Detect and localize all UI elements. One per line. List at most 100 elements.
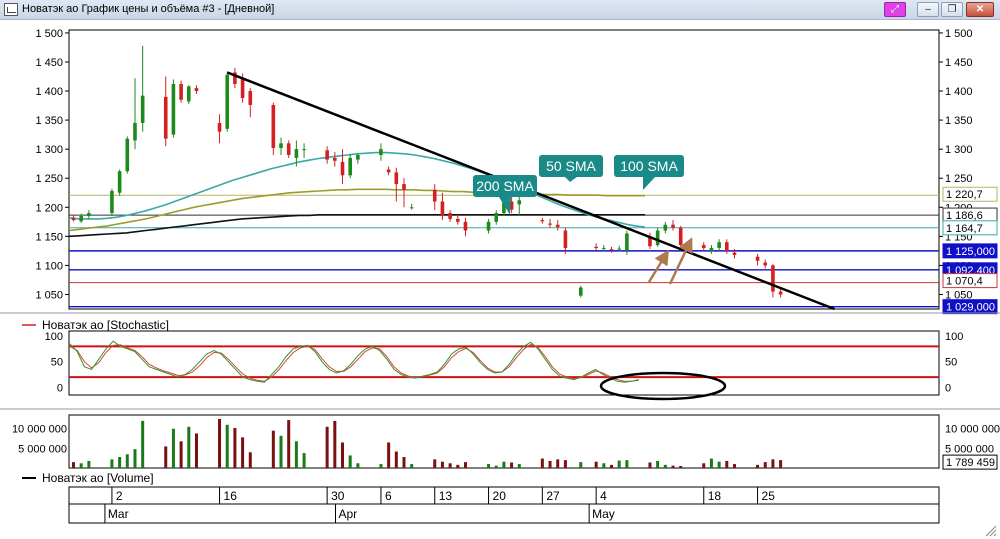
candle-body: [356, 154, 360, 160]
candle-body: [701, 245, 706, 248]
stochastic-tick-label-left: 50: [51, 357, 63, 369]
candle-body: [394, 172, 399, 185]
volume-bar: [72, 462, 75, 468]
candle-body: [771, 265, 775, 292]
volume-bar: [110, 459, 114, 468]
candle-body: [548, 223, 552, 225]
candle-body: [402, 184, 406, 190]
price-panel-frame: [68, 29, 940, 310]
candle-body: [456, 218, 460, 222]
candle-body: [133, 123, 137, 141]
volume-bar: [548, 460, 552, 468]
date-axis-label: 2: [116, 489, 123, 503]
volume-tick-label-right: 10 000 000: [945, 424, 1000, 436]
candle-body: [140, 95, 145, 123]
price-tick-label-right: 1 250: [945, 173, 973, 185]
volume-bar: [763, 462, 767, 468]
volume-bar: [87, 460, 91, 468]
level-price-label: 1 164,7: [946, 223, 983, 235]
candle-body: [179, 84, 183, 100]
volume-bar: [325, 426, 329, 468]
volume-bar: [171, 428, 175, 468]
volume-bar: [333, 420, 337, 468]
candle-body: [448, 213, 452, 219]
volume-panel-frame: [68, 414, 940, 469]
volume-bar: [456, 464, 460, 468]
volume-bar: [579, 462, 583, 468]
candle-body: [494, 213, 499, 222]
volume-bar: [164, 446, 168, 468]
candle-body: [348, 157, 352, 176]
chart-window-icon: [4, 3, 18, 16]
volume-tick-label-left: 10 000 000: [12, 424, 67, 436]
candle-body: [110, 191, 114, 214]
volume-bar: [379, 464, 383, 468]
volume-bar: [440, 461, 444, 468]
price-tick-label-right: 1 450: [945, 57, 973, 69]
volume-legend-label: Новатэк ао [Volume]: [42, 471, 154, 485]
price-tick-label-left: 1 250: [35, 173, 63, 185]
price-tick-label-left: 1 350: [35, 115, 63, 127]
candle-body: [486, 221, 491, 231]
candle-body: [386, 169, 391, 173]
candle-body: [709, 247, 714, 251]
candle-body: [271, 104, 276, 148]
volume-bar: [709, 458, 713, 468]
volume-bar: [671, 465, 675, 468]
candle-body: [563, 230, 568, 248]
resize-grip-icon: [985, 525, 997, 537]
price-tick-label-right: 1 400: [945, 86, 973, 98]
candle-body: [463, 221, 468, 231]
volume-bar: [287, 420, 291, 468]
volume-bar: [502, 461, 506, 468]
volume-bar: [402, 457, 406, 468]
level-price-label: 1 125,000: [946, 246, 995, 258]
minimize-button[interactable]: –: [917, 2, 939, 17]
level-price-label: 1 220,7: [946, 189, 983, 201]
candle-body: [717, 242, 721, 248]
volume-bar: [563, 460, 567, 468]
volume-bar: [625, 460, 629, 468]
level-price-label: 1 070,4: [946, 276, 983, 288]
candle-body: [286, 143, 291, 155]
candle-body: [540, 220, 545, 222]
candle-body: [248, 91, 253, 105]
candle-body: [432, 189, 437, 202]
price-tick-label-left: 1 450: [35, 57, 63, 69]
candle-body: [663, 224, 668, 231]
date-axis-label: 16: [224, 489, 238, 503]
candle-body: [725, 242, 729, 251]
candle-body: [671, 224, 675, 228]
stochastic-tick-label-left: 0: [57, 382, 63, 394]
volume-bar: [610, 464, 614, 468]
volume-bar: [348, 455, 352, 468]
volume-tick-label-right: 5 000 000: [945, 443, 994, 455]
price-tick-label-right: 1 500: [945, 28, 973, 40]
price-tick-label-left: 1 100: [35, 260, 63, 272]
date-axis-label: 13: [439, 489, 453, 503]
close-button[interactable]: ✕: [966, 2, 994, 17]
callout-label: 200 SMA: [476, 178, 534, 194]
volume-bar: [294, 441, 298, 468]
volume-bar: [341, 442, 345, 468]
volume-bar: [487, 464, 491, 468]
volume-bar: [556, 459, 560, 468]
restore-button[interactable]: ❐: [941, 2, 963, 17]
stochastic-tick-label-left: 100: [45, 331, 63, 343]
volume-bar: [302, 453, 306, 468]
date-axis-label: 27: [546, 489, 560, 503]
date-axis-label: 18: [708, 489, 722, 503]
volume-bar: [118, 457, 122, 468]
pin-button[interactable]: ⤢: [884, 2, 906, 17]
level-price-label: 1 029,000: [946, 302, 995, 314]
volume-bar: [271, 430, 275, 468]
volume-bar: [179, 441, 183, 468]
month-axis-label: Mar: [108, 507, 129, 521]
volume-bar: [617, 460, 621, 468]
candle-body: [163, 96, 168, 139]
candle-body: [517, 200, 522, 205]
volume-bar: [356, 463, 360, 468]
date-axis-label: 30: [331, 489, 345, 503]
stochastic-tick-label-right: 0: [945, 382, 951, 394]
price-volume-chart[interactable]: 1 500 1 500 1 450 1 450 1 400 1 400 1 350 1 350…: [0, 20, 1000, 539]
